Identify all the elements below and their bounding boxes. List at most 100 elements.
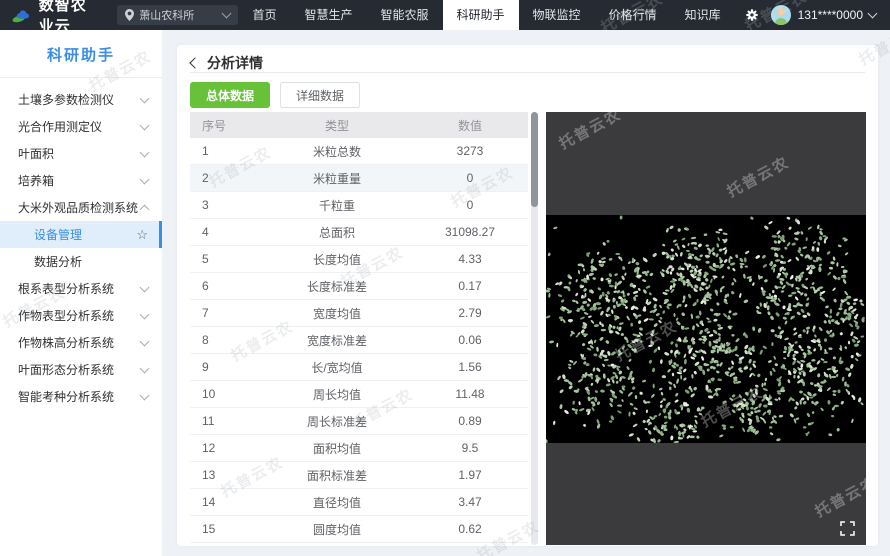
location-label: 萧山农科所 xyxy=(139,7,194,23)
settings-button[interactable] xyxy=(745,8,759,22)
brand: 数智农业云 xyxy=(12,0,101,36)
sidebar-item[interactable]: 作物表型分析系统 ☆ xyxy=(0,302,162,329)
sidebar-item-label: 数据分析 xyxy=(34,253,148,270)
sidebar-item-label: 土壤多参数检测仪 xyxy=(18,91,141,108)
sidebar-item[interactable]: 培养箱 ☆ xyxy=(0,167,162,194)
chevron-icon xyxy=(140,175,150,185)
tab-button[interactable]: 详细数据 xyxy=(280,82,360,108)
sidebar-item-label: 作物表型分析系统 xyxy=(18,307,141,324)
cell-type: 米粒重量 xyxy=(262,170,412,187)
nav-item[interactable]: 知识库 xyxy=(671,0,735,30)
table-row[interactable]: 5 长度均值 4.33 xyxy=(190,246,528,273)
table-row[interactable]: 10 周长均值 11.48 xyxy=(190,381,528,408)
app-window: 数智农业云 萧山农科所 首页 智慧生产 智能农服 科研助手 物联监控 价格行情 xyxy=(0,0,890,556)
sidebar-item[interactable]: 光合作用测定仪 ☆ xyxy=(0,113,162,140)
table-body: 1 米粒总数 3273 2 米粒重量 0 xyxy=(190,138,528,543)
cell-type: 宽度均值 xyxy=(262,305,412,322)
chevron-down-icon xyxy=(868,9,878,19)
location-pin-icon xyxy=(125,9,134,21)
sidebar-item-label: 叶面积 xyxy=(18,145,141,162)
cell-value: 0.62 xyxy=(412,522,528,536)
table-row[interactable]: 1 米粒总数 3273 xyxy=(190,138,528,165)
sidebar-item[interactable]: 智能考种分析系统 ☆ xyxy=(0,383,162,410)
tab-button[interactable]: 总体数据 xyxy=(190,82,270,108)
table-row[interactable]: 4 总面积 31098.27 xyxy=(190,219,528,246)
cell-value: 0 xyxy=(412,198,528,212)
fullscreen-button[interactable] xyxy=(840,521,855,536)
scrollbar-thumb[interactable] xyxy=(531,112,538,207)
back-arrow-icon[interactable] xyxy=(189,57,200,68)
cell-value: 11.48 xyxy=(412,387,528,401)
table-row[interactable]: 15 圆度均值 0.62 xyxy=(190,516,528,543)
table-row[interactable]: 2 米粒重量 0 xyxy=(190,165,528,192)
cell-index: 2 xyxy=(190,171,262,185)
user-menu[interactable]: 131****0000 xyxy=(771,5,876,25)
gear-icon xyxy=(745,8,759,22)
cell-type: 米粒总数 xyxy=(262,143,412,160)
cell-value: 0 xyxy=(412,171,528,185)
column-header-value: 数值 xyxy=(412,117,528,134)
chevron-icon xyxy=(140,283,150,293)
cell-index: 10 xyxy=(190,387,262,401)
table-row[interactable]: 12 面积均值 9.5 xyxy=(190,435,528,462)
sidebar-item[interactable]: 作物株高分析系统 ☆ xyxy=(0,329,162,356)
cell-type: 长度标准差 xyxy=(262,278,412,295)
table-scrollbar xyxy=(531,112,538,545)
sidebar-item[interactable]: 根系表型分析系统 ☆ xyxy=(0,275,162,302)
cell-index: 3 xyxy=(190,198,262,212)
cell-value: 0.89 xyxy=(412,414,528,428)
nav-item[interactable]: 价格行情 xyxy=(595,0,671,30)
avatar xyxy=(771,5,791,25)
cell-type: 周长标准差 xyxy=(262,413,412,430)
chevron-icon xyxy=(140,121,150,131)
chevron-down-icon xyxy=(222,9,232,19)
sidebar-item[interactable]: 数据分析 ☆ xyxy=(0,248,162,275)
cell-index: 14 xyxy=(190,495,262,509)
table-row[interactable]: 7 宽度均值 2.79 xyxy=(190,300,528,327)
sidebar-item-label: 大米外观品质检测系统 xyxy=(18,199,141,216)
cell-value: 0.06 xyxy=(412,333,528,347)
table-row[interactable]: 6 长度标准差 0.17 xyxy=(190,273,528,300)
sidebar-item-label: 设备管理 xyxy=(34,226,136,243)
cell-index: 7 xyxy=(190,306,262,320)
cell-type: 面积均值 xyxy=(262,440,412,457)
location-select[interactable]: 萧山农科所 xyxy=(117,5,238,25)
cell-index: 6 xyxy=(190,279,262,293)
sidebar-item[interactable]: 大米外观品质检测系统 ☆ xyxy=(0,194,162,221)
cell-index: 8 xyxy=(190,333,262,347)
chevron-icon xyxy=(140,148,150,158)
favorite-star-icon[interactable]: ☆ xyxy=(136,228,148,241)
sidebar-item[interactable]: 叶面积 ☆ xyxy=(0,140,162,167)
table-row[interactable]: 9 长/宽均值 1.56 xyxy=(190,354,528,381)
cell-value: 4.33 xyxy=(412,252,528,266)
sidebar-menu: 土壤多参数检测仪 ☆ 光合作用测定仪 ☆ 叶面积 ☆ xyxy=(0,78,162,410)
sidebar-item[interactable]: 土壤多参数检测仪 ☆ xyxy=(0,86,162,113)
chevron-icon xyxy=(140,337,150,347)
cell-value: 1.97 xyxy=(412,468,528,482)
rice-grain-image xyxy=(546,215,866,443)
table-row[interactable]: 11 周长标准差 0.89 xyxy=(190,408,528,435)
table-row[interactable]: 3 千粒重 0 xyxy=(190,192,528,219)
cell-value: 31098.27 xyxy=(412,225,528,239)
sidebar-item-label: 光合作用测定仪 xyxy=(18,118,141,135)
chevron-icon xyxy=(140,391,150,401)
nav-item[interactable]: 智慧生产 xyxy=(291,0,367,30)
chevron-icon xyxy=(140,310,150,320)
chevron-icon xyxy=(140,204,150,214)
nav-item[interactable]: 智能农服 xyxy=(367,0,443,30)
sidebar-item[interactable]: 设备管理 ☆ xyxy=(0,221,162,248)
nav-item[interactable]: 物联监控 xyxy=(519,0,595,30)
nav-item[interactable]: 科研助手 xyxy=(443,0,519,30)
cell-type: 周长均值 xyxy=(262,386,412,403)
nav-item[interactable]: 首页 xyxy=(238,0,290,30)
column-header-type: 类型 xyxy=(262,117,412,134)
top-navbar: 数智农业云 萧山农科所 首页 智慧生产 智能农服 科研助手 物联监控 价格行情 xyxy=(0,0,890,30)
sidebar-item-label: 叶面形态分析系统 xyxy=(18,361,141,378)
table-row[interactable]: 14 直径均值 3.47 xyxy=(190,489,528,516)
table-row[interactable]: 8 宽度标准差 0.06 xyxy=(190,327,528,354)
cloud-leaf-logo-icon xyxy=(12,6,31,25)
cell-value: 3273 xyxy=(412,144,528,158)
sidebar-item[interactable]: 叶面形态分析系统 ☆ xyxy=(0,356,162,383)
summary-table: 序号 类型 数值 1 米粒总数 3273 xyxy=(190,112,528,545)
table-row[interactable]: 13 面积标准差 1.97 xyxy=(190,462,528,489)
